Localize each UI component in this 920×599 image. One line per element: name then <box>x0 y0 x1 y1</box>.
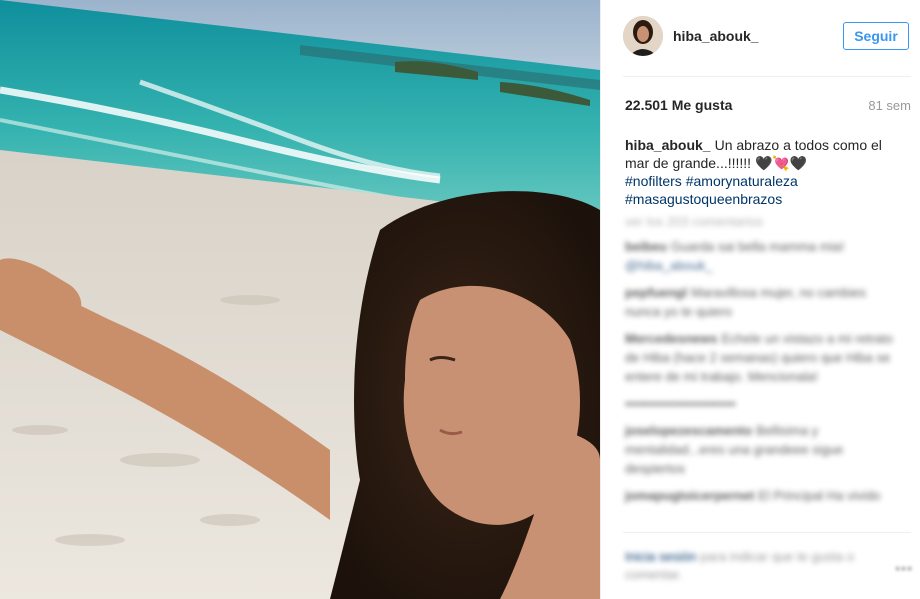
avatar[interactable] <box>623 16 663 56</box>
post-caption: hiba_abouk_ Un abrazo a todos como el mar… <box>625 136 905 208</box>
view-all-comments-link[interactable]: ver los 203 comentarios <box>625 212 901 231</box>
header-divider <box>623 76 911 77</box>
comment-item: ▪▪▪▪▪▪▪▪▪▪▪▪▪▪▪▪▪▪▪▪▪▪▪▪ <box>625 394 901 413</box>
hashtag-link[interactable]: #masagustoqueenbrazos <box>625 191 782 207</box>
follow-button[interactable]: Seguir <box>843 22 909 50</box>
post-sidebar: hiba_abouk_ Seguir 22.501 Me gusta 81 se… <box>600 0 920 599</box>
hashtag-link[interactable]: #amorynaturaleza <box>686 173 798 189</box>
comment-text: Guarda sai bella mamma mia! <box>670 239 845 254</box>
comment-item: Mercedesnews Echele un vistazo a mi retra… <box>625 329 901 386</box>
comment-item: jomapugtoicerpernet El Principal Ha vivid… <box>625 486 901 505</box>
comment-mention[interactable]: @hiba_abouk_ <box>625 258 713 273</box>
caption-author[interactable]: hiba_abouk_ <box>625 137 711 153</box>
post-photo[interactable] <box>0 0 600 599</box>
post-age[interactable]: 81 sem <box>868 98 911 113</box>
comment-author[interactable]: beibeu <box>625 239 667 254</box>
more-options-icon[interactable]: ••• <box>895 560 913 576</box>
comment-text: ▪▪▪▪▪▪▪▪▪▪▪▪▪▪▪▪▪▪▪▪▪▪▪▪ <box>625 396 736 411</box>
avatar-image-icon <box>623 16 663 56</box>
username-link[interactable]: hiba_abouk_ <box>673 28 759 44</box>
comment-author[interactable]: jomapugtoicerpernet <box>625 488 754 503</box>
login-link[interactable]: Inicia sesión <box>625 549 697 564</box>
likes-count[interactable]: 22.501 Me gusta <box>625 97 732 113</box>
comment-author[interactable]: pepfuengl <box>625 285 687 300</box>
hashtag-link[interactable]: #nofilters <box>625 173 682 189</box>
beach-photo <box>0 0 600 599</box>
post-header: hiba_abouk_ Seguir <box>623 16 911 60</box>
footer-divider <box>623 532 911 533</box>
comments-list: ver los 203 comentarios beibeu Guarda sai… <box>625 212 901 513</box>
comment-item: pepfuengl Maravillosa mujer, no cambies n… <box>625 283 901 321</box>
comment-item: joselopezescamento Bellisima y mentalidad… <box>625 421 901 478</box>
comment-item: beibeu Guarda sai bella mamma mia! @hiba_… <box>625 237 901 275</box>
comment-author[interactable]: Mercedesnews <box>625 331 718 346</box>
comment-text: El Principal Ha vivido <box>758 488 881 503</box>
login-prompt: Inicia sesión para indicar que te gusta … <box>625 548 885 584</box>
comment-author[interactable]: joselopezescamento <box>625 423 752 438</box>
